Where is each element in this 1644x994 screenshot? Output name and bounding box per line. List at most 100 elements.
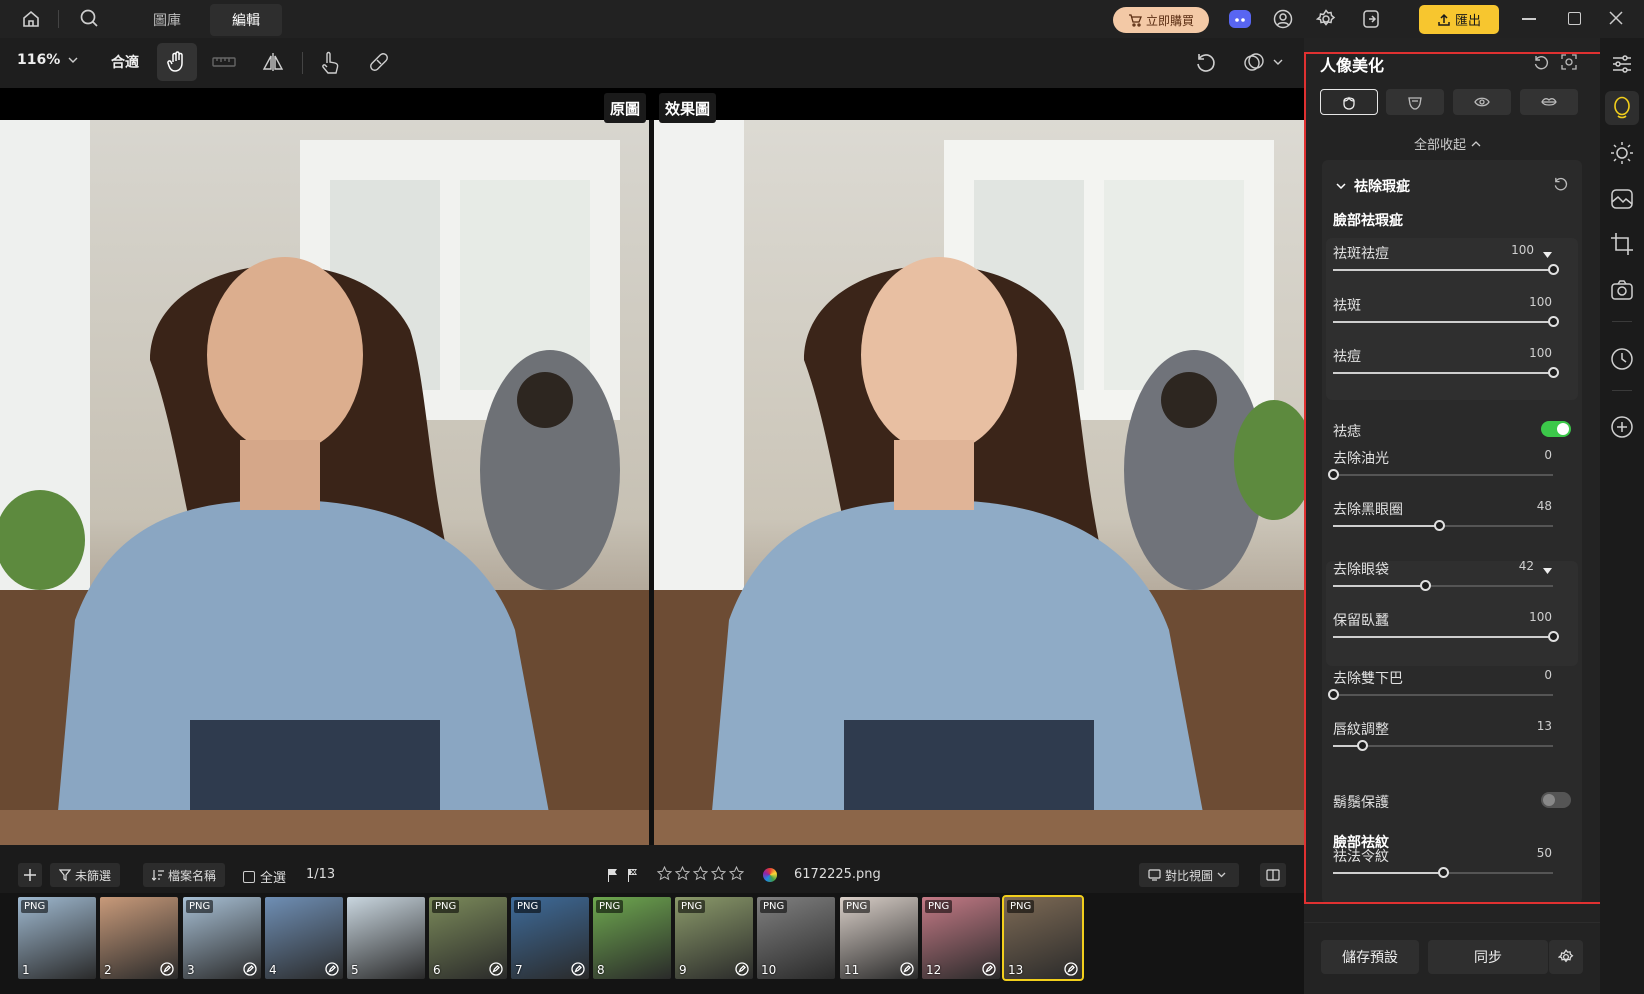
add-button[interactable] xyxy=(18,863,42,887)
filter-button[interactable]: 未篩選 xyxy=(50,863,121,887)
flip-icon[interactable] xyxy=(262,51,284,77)
hand-tool-button[interactable] xyxy=(157,43,197,81)
thumbnail[interactable]: PNG 8 xyxy=(593,897,671,979)
thumbnail[interactable]: PNG 6 xyxy=(429,897,507,979)
tab-face-blemish[interactable] xyxy=(1320,89,1378,115)
light-icon[interactable] xyxy=(1610,141,1634,165)
slider-handle[interactable] xyxy=(1438,867,1449,878)
straighten-icon[interactable] xyxy=(212,52,236,76)
slider-track[interactable] xyxy=(1333,740,1553,751)
overlay-mode-select[interactable] xyxy=(1243,51,1283,73)
slider-handle[interactable] xyxy=(1433,520,1445,531)
maximize-icon[interactable] xyxy=(1568,12,1581,25)
add-circle-icon[interactable] xyxy=(1610,415,1634,439)
section-header[interactable]: 祛除瑕疵 xyxy=(1336,176,1410,196)
result-photo[interactable] xyxy=(654,120,1304,845)
share-icon[interactable] xyxy=(1360,8,1382,30)
mole-toggle[interactable] xyxy=(1541,421,1571,437)
slider-track[interactable] xyxy=(1328,469,1553,480)
sort-button[interactable]: 檔案名稱 xyxy=(143,863,226,887)
discord-icon[interactable] xyxy=(1228,8,1252,30)
thumbnail[interactable]: PNG 12 xyxy=(922,897,1000,979)
tab-face-shape[interactable] xyxy=(1386,89,1444,115)
panel-reset-icon[interactable] xyxy=(1533,54,1549,74)
slider-handle[interactable] xyxy=(1328,469,1339,480)
search-icon[interactable] xyxy=(78,7,100,29)
thumbnail[interactable]: PNG 13 xyxy=(1002,895,1084,981)
tab-eyes[interactable] xyxy=(1453,89,1511,115)
save-preset-button[interactable]: 儲存預設 xyxy=(1321,940,1419,974)
star-icon[interactable] xyxy=(693,866,708,881)
thumbnail[interactable]: PNG 9 xyxy=(675,897,753,979)
portrait-icon[interactable] xyxy=(1605,91,1639,125)
slider-handle[interactable] xyxy=(1548,264,1559,275)
collapse-all-button[interactable]: 全部收起 xyxy=(1414,134,1481,153)
thumbnail[interactable]: 5 xyxy=(347,897,425,979)
thumbnail[interactable]: PNG 3 xyxy=(183,897,261,979)
tab-mouth[interactable] xyxy=(1520,89,1578,115)
star-icon[interactable] xyxy=(711,866,726,881)
slider-handle[interactable] xyxy=(1328,689,1339,700)
slider-value[interactable]: 42 xyxy=(1494,559,1534,573)
reject-flag-icon[interactable] xyxy=(627,868,639,886)
star-icon[interactable] xyxy=(675,866,690,881)
star-icon[interactable] xyxy=(729,866,744,881)
camera-icon[interactable] xyxy=(1610,278,1634,302)
slider-value[interactable]: 100 xyxy=(1494,243,1534,257)
thumbnail[interactable]: 4 xyxy=(265,897,343,979)
flag-icon[interactable] xyxy=(607,868,619,886)
thumbnail[interactable]: PNG 1 xyxy=(18,897,96,979)
sync-button[interactable]: 同步 xyxy=(1428,940,1548,974)
export-button[interactable]: 匯出 xyxy=(1419,5,1499,34)
color-label-icon[interactable] xyxy=(763,868,777,882)
reset-icon[interactable] xyxy=(1195,51,1217,77)
slider-value[interactable]: 100 xyxy=(1512,610,1552,624)
select-all-checkbox[interactable]: 全選 xyxy=(243,867,286,886)
slider-handle[interactable] xyxy=(1548,316,1559,327)
thumbnail[interactable]: PNG 7 xyxy=(511,897,589,979)
section-reset-icon[interactable] xyxy=(1553,176,1568,195)
slider-handle[interactable] xyxy=(1356,740,1368,751)
slider-track[interactable] xyxy=(1333,867,1553,878)
slider-handle[interactable] xyxy=(1548,367,1559,378)
slider-track[interactable] xyxy=(1333,520,1553,531)
zoom-select[interactable]: 116% xyxy=(17,52,78,68)
star-icon[interactable] xyxy=(657,866,672,881)
adjust-sliders-icon[interactable] xyxy=(1610,52,1634,76)
slider-handle[interactable] xyxy=(1548,631,1559,642)
sync-settings-button[interactable] xyxy=(1549,940,1583,974)
slider-value[interactable]: 100 xyxy=(1512,346,1552,360)
slider-value[interactable]: 100 xyxy=(1512,295,1552,309)
slider-track[interactable] xyxy=(1328,689,1553,700)
minimize-icon[interactable] xyxy=(1522,18,1536,20)
fit-button[interactable]: 合適 xyxy=(111,52,139,72)
close-icon[interactable] xyxy=(1608,10,1624,26)
slider-track[interactable] xyxy=(1333,367,1559,378)
slider-track[interactable] xyxy=(1333,316,1559,327)
image-adjust-icon[interactable] xyxy=(1610,187,1634,211)
tab-edit[interactable]: 編輯 xyxy=(210,4,282,36)
compare-view-select[interactable]: 對比視圖 xyxy=(1139,863,1239,887)
gear-icon[interactable] xyxy=(1315,8,1337,30)
bandage-icon[interactable] xyxy=(368,51,390,77)
slider-track[interactable] xyxy=(1333,631,1559,642)
caret-down-icon[interactable] xyxy=(1543,563,1552,578)
face-scan-icon[interactable] xyxy=(1561,54,1577,74)
thumbnail[interactable]: 2 xyxy=(100,897,178,979)
home-icon[interactable] xyxy=(20,8,42,30)
star-rating[interactable] xyxy=(657,866,744,881)
slider-value[interactable]: 0 xyxy=(1512,448,1552,462)
thumbnail[interactable]: PNG 10 xyxy=(757,897,835,979)
slider-value[interactable]: 13 xyxy=(1512,719,1552,733)
beard-toggle[interactable] xyxy=(1541,792,1571,808)
tab-library[interactable]: 圖庫 xyxy=(131,4,203,36)
slider-value[interactable]: 50 xyxy=(1512,846,1552,860)
slider-value[interactable]: 48 xyxy=(1512,499,1552,513)
buy-now-button[interactable]: 立即購買 xyxy=(1113,7,1209,33)
history-icon[interactable] xyxy=(1610,347,1634,371)
touch-tool-icon[interactable] xyxy=(319,51,341,79)
slider-track[interactable] xyxy=(1333,580,1553,591)
crop-icon[interactable] xyxy=(1610,232,1634,256)
original-photo[interactable] xyxy=(0,120,649,845)
slider-track[interactable] xyxy=(1333,264,1559,275)
